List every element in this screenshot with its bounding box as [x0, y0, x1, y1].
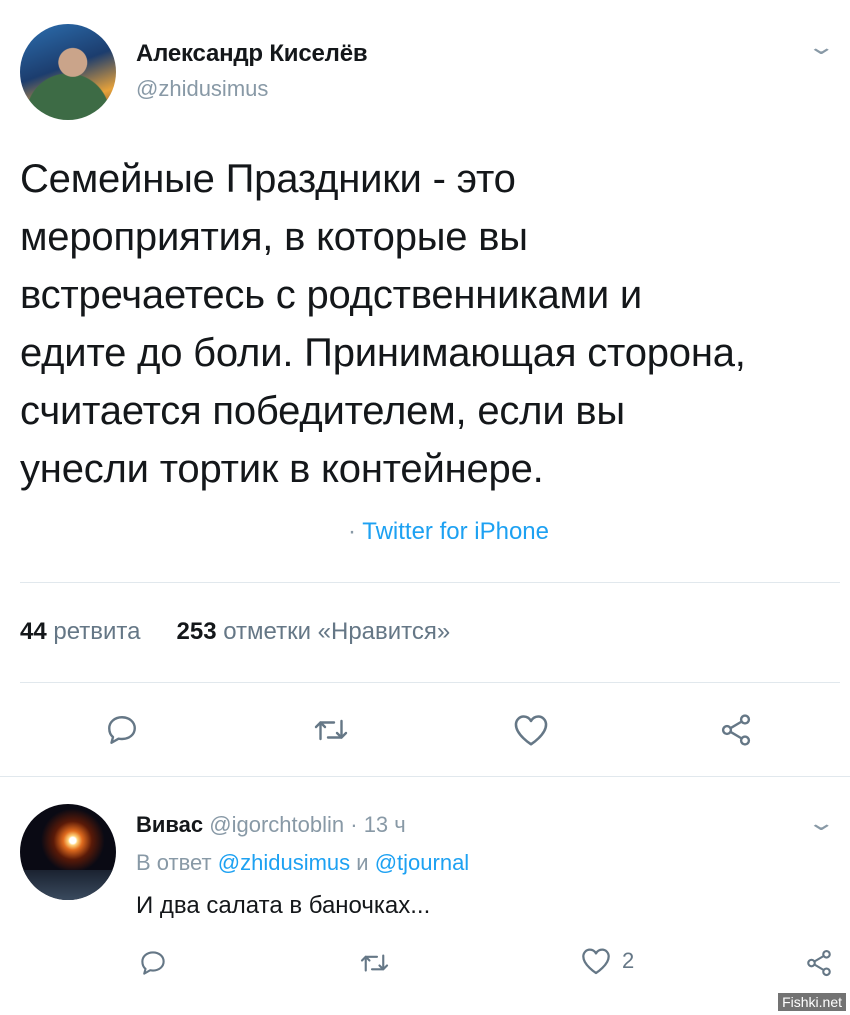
reply-author-name[interactable]: Вивас	[136, 812, 203, 837]
heart-icon[interactable]	[512, 712, 550, 748]
speech-bubble-icon[interactable]	[104, 712, 140, 748]
share-nodes-icon[interactable]	[718, 712, 754, 748]
source-label[interactable]: Twitter for iPhone	[362, 518, 549, 545]
watermark: Fishki.net	[778, 993, 846, 1011]
reply-to-and: и	[356, 850, 369, 875]
reply-to-line: В ответ @zhidusimus и @tjournal	[136, 850, 469, 876]
reply-to-prefix: В ответ	[136, 850, 212, 875]
author-handle[interactable]: @zhidusimus	[136, 76, 268, 102]
likes-label[interactable]: отметки «Нравится»	[223, 618, 450, 645]
divider	[20, 582, 840, 583]
divider	[0, 776, 850, 777]
tweet-text: Семейные Праздники - это мероприятия, в …	[20, 157, 746, 491]
reply-header: Вивас @igorchtoblin · 13 ч	[136, 812, 406, 838]
reply-like-count: 2	[622, 948, 635, 973]
speech-bubble-icon[interactable]	[138, 948, 168, 978]
retweet-arrows-icon[interactable]	[358, 948, 391, 978]
retweets-count[interactable]: 44	[20, 618, 47, 645]
source-separator: ·	[348, 518, 356, 545]
reply-to-mention[interactable]: @zhidusimus	[218, 850, 350, 875]
reply-to-mention[interactable]: @tjournal	[375, 850, 470, 875]
likes-count[interactable]: 253	[177, 618, 217, 645]
chevron-down-icon[interactable]: ⌄	[806, 810, 836, 836]
share-nodes-icon[interactable]	[804, 948, 834, 978]
reply-separator: ·	[350, 812, 358, 837]
tweet-stats: 44 ретвита 253 отметки «Нравится»	[20, 618, 450, 646]
reply-author-avatar[interactable]	[20, 804, 116, 900]
heart-icon[interactable]	[580, 946, 612, 976]
tweet-source[interactable]: · Twitter for iPhone	[348, 518, 549, 546]
author-avatar[interactable]	[20, 24, 116, 120]
chevron-down-icon[interactable]: ⌄	[806, 34, 836, 60]
divider	[20, 682, 840, 683]
author-name[interactable]: Александр Киселёв	[136, 40, 368, 68]
reply-text: И два салата в баночках...	[136, 892, 431, 919]
reply-author-handle[interactable]: @igorchtoblin	[209, 812, 344, 837]
reply-time[interactable]: 13 ч	[364, 812, 406, 837]
retweet-arrows-icon[interactable]	[311, 712, 351, 748]
reply-like-button[interactable]: 2	[580, 946, 634, 976]
retweets-label[interactable]: ретвита	[53, 618, 140, 645]
